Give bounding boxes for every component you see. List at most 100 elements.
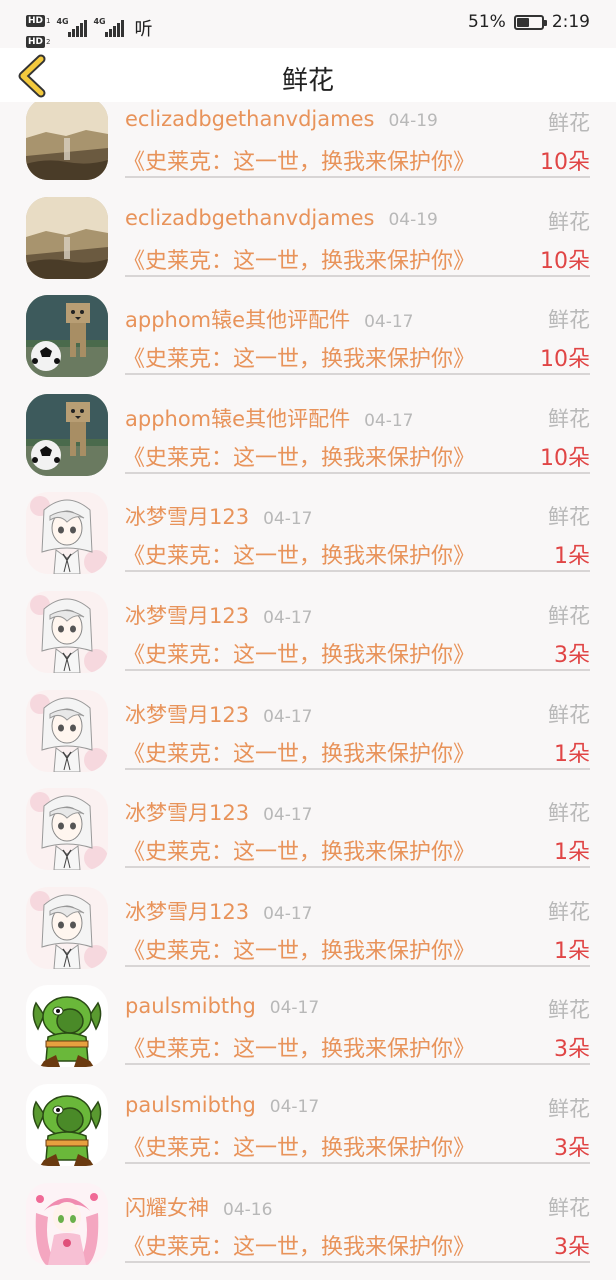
anime-girl-avatar-art (26, 689, 108, 772)
gift-date: 04-17 (263, 903, 313, 924)
user-name-text: 冰梦雪月123 (125, 603, 250, 628)
gift-row[interactable]: apphom辕e其他评配件 04-17 鲜花 《史莱克：这一世，换我来保护你》 1… (0, 277, 616, 378)
book-title[interactable]: 《史莱克：这一世，换我来保护你》 (123, 933, 475, 965)
clock: 2:19 (551, 12, 590, 32)
flower-count: 10朵 (540, 347, 590, 373)
gift-date: 04-19 (388, 209, 438, 230)
page-title: 鲜花 (281, 66, 334, 96)
user-avatar[interactable] (26, 492, 108, 575)
user-avatar[interactable] (26, 689, 108, 772)
user-avatar[interactable] (26, 788, 108, 871)
pink-anime-avatar-art (26, 1182, 108, 1265)
anime-girl-avatar-art (26, 492, 108, 575)
gift-date: 04-17 (263, 805, 313, 826)
gift-row[interactable]: 冰梦雪月123 04-17 鲜花 《史莱克：这一世，换我来保护你》 1朵 (0, 770, 616, 871)
status-left: HD 1 HD 2 4G 4G 听 (26, 8, 152, 48)
hd1-badge: HD (26, 15, 46, 27)
flower-count: 3朵 (554, 1037, 590, 1063)
user-name-text: eclizadbgethanvdjames (125, 205, 375, 230)
user-name-text: paulsmibthg (125, 994, 256, 1019)
mountain-avatar-art (26, 98, 108, 180)
user-avatar[interactable] (26, 985, 108, 1068)
gift-date: 04-17 (269, 1096, 320, 1117)
book-title[interactable]: 《史莱克：这一世，换我来保护你》 (123, 1031, 475, 1063)
hd2-badge: HD (26, 36, 46, 48)
user-name: 冰梦雪月123 04-17 (125, 699, 313, 729)
user-avatar[interactable] (26, 1182, 108, 1265)
green-monster-avatar-art (26, 1083, 108, 1166)
book-title[interactable]: 《史莱克：这一世，换我来保护你》 (123, 440, 475, 472)
battery-icon (513, 14, 547, 30)
user-name: eclizadbgethanvdjames 04-19 (125, 107, 438, 131)
gift-date: 04-19 (388, 111, 438, 131)
gift-type: 鲜花 (548, 603, 590, 628)
gift-row[interactable]: 冰梦雪月123 04-17 鲜花 《史莱克：这一世，换我来保护你》 1朵 (0, 869, 616, 969)
user-name: 冰梦雪月123 04-17 (125, 501, 313, 531)
user-name-text: 冰梦雪月123 (125, 801, 250, 826)
book-title[interactable]: 《史莱克：这一世，换我来保护你》 (123, 243, 475, 275)
gift-row[interactable]: paulsmibthg 04-17 鲜花 《史莱克：这一世，换我来保护你》 3朵 (0, 1066, 616, 1166)
user-avatar[interactable] (26, 1083, 108, 1166)
gift-date: 04-17 (269, 998, 320, 1019)
user-avatar[interactable] (26, 590, 108, 673)
flower-count: 1朵 (554, 544, 590, 570)
signal-2-icon: 4G (93, 17, 125, 37)
user-avatar[interactable] (26, 393, 108, 476)
book-title[interactable]: 《史莱克：这一世，换我来保护你》 (123, 538, 475, 570)
user-avatar[interactable] (26, 295, 108, 378)
book-title[interactable]: 《史莱克：这一世，换我来保护你》 (123, 1229, 475, 1261)
user-name-text: paulsmibthg (125, 1092, 256, 1117)
book-title[interactable]: 《史莱克：这一世，换我来保护你》 (123, 834, 475, 866)
gift-list[interactable]: eclizadbgethanvdjames 04-19 鲜花 《史莱克：这一世，换… (0, 80, 616, 1265)
battery-percent: 51% (468, 12, 506, 32)
gift-type: 鲜花 (548, 406, 590, 431)
status-right: 51% 2:19 (468, 12, 590, 32)
user-avatar[interactable] (26, 98, 108, 180)
user-avatar[interactable] (26, 196, 108, 279)
book-title[interactable]: 《史莱克：这一世，换我来保护你》 (123, 144, 475, 176)
book-title[interactable]: 《史莱克：这一世，换我来保护你》 (123, 637, 475, 669)
book-title[interactable]: 《史莱克：这一世，换我来保护你》 (123, 1130, 475, 1162)
gift-row[interactable]: 冰梦雪月123 04-17 鲜花 《史莱克：这一世，换我来保护你》 1朵 (0, 672, 616, 772)
user-name: apphom辕e其他评配件 04-17 (125, 304, 413, 334)
flower-count: 10朵 (540, 150, 590, 175)
gift-date: 04-17 (364, 410, 414, 431)
gift-date: 04-17 (263, 607, 313, 628)
net1-label: 4G (56, 17, 69, 26)
user-name: apphom辕e其他评配件 04-17 (125, 403, 413, 433)
row-divider (125, 1260, 590, 1263)
gift-row[interactable]: 冰梦雪月123 04-17 鲜花 《史莱克：这一世，换我来保护你》 3朵 (0, 573, 616, 673)
anime-girl-avatar-art (26, 590, 108, 673)
user-avatar[interactable] (26, 886, 108, 969)
user-name-text: eclizadbgethanvdjames (125, 107, 375, 131)
gift-type: 鲜花 (548, 505, 590, 530)
gift-row[interactable]: 闪耀女神 04-16 鲜花 《史莱克：这一世，换我来保护你》 3朵 (0, 1165, 616, 1265)
book-title[interactable]: 《史莱克：这一世，换我来保护你》 (123, 341, 475, 373)
gift-date: 04-17 (263, 706, 313, 727)
gift-type: 鲜花 (548, 111, 590, 135)
danbo-avatar-art (26, 295, 108, 378)
user-name: 冰梦雪月123 04-17 (125, 600, 313, 630)
gift-type: 鲜花 (548, 1096, 590, 1121)
user-name: eclizadbgethanvdjames 04-19 (125, 206, 438, 230)
gift-row[interactable]: eclizadbgethanvdjames 04-19 鲜花 《史莱克：这一世，换… (0, 179, 616, 279)
gift-date: 04-16 (223, 1199, 273, 1220)
gift-row[interactable]: paulsmibthg 04-17 鲜花 《史莱克：这一世，换我来保护你》 3朵 (0, 967, 616, 1068)
battery-fill (516, 17, 530, 27)
gift-type: 鲜花 (548, 702, 590, 727)
user-name: 冰梦雪月123 04-17 (125, 797, 313, 827)
flower-count: 1朵 (554, 938, 590, 964)
gift-row[interactable]: 冰梦雪月123 04-17 鲜花 《史莱克：这一世，换我来保护你》 1朵 (0, 474, 616, 575)
gift-type: 鲜花 (548, 801, 590, 826)
gift-type: 鲜花 (548, 1195, 590, 1220)
flower-count: 3朵 (554, 642, 590, 668)
danbo-avatar-art (26, 393, 108, 476)
book-title[interactable]: 《史莱克：这一世，换我来保护你》 (123, 736, 475, 768)
flower-count: 1朵 (554, 840, 590, 866)
anime-girl-avatar-art (26, 886, 108, 969)
user-name: paulsmibthg 04-17 (125, 994, 319, 1018)
user-name: 冰梦雪月123 04-17 (125, 896, 313, 926)
anime-girl-avatar-art (26, 788, 108, 871)
gift-row[interactable]: apphom辕e其他评配件 04-17 鲜花 《史莱克：这一世，换我来保护你》 1… (0, 376, 616, 476)
user-name-text: 冰梦雪月123 (125, 899, 250, 924)
